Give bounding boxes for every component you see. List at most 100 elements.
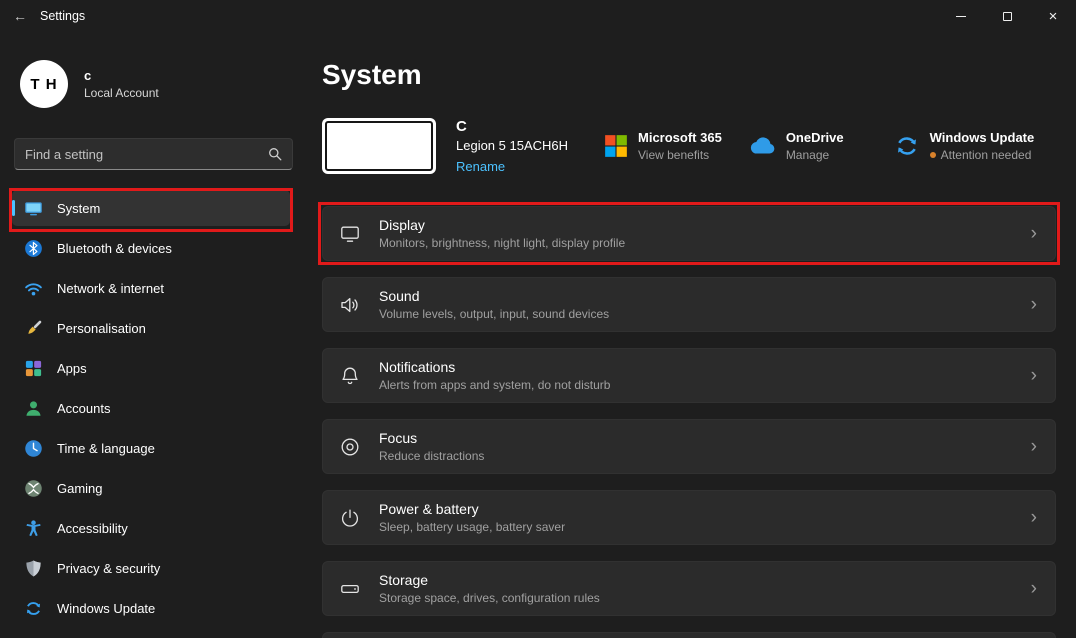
promo-cards: Microsoft 365 View benefits OneDrive Man… [604,130,1034,162]
search-input[interactable] [25,146,268,162]
close-button[interactable]: × [1030,0,1076,32]
promo-card-subtitle-text: Attention needed [940,148,1032,162]
settings-row-title: Focus [379,430,418,446]
sidebar-item-privacy-security[interactable]: Privacy & security [12,550,290,586]
apps-grid-icon [24,359,43,378]
sidebar-item-accessibility[interactable]: Accessibility [12,510,290,546]
sidebar-item-label: Privacy & security [57,560,161,576]
sidebar-item-label: Bluetooth & devices [57,240,172,256]
settings-window: ← Settings × T H c Local Account Find a … [0,0,1076,638]
settings-row-title: Storage [379,572,429,588]
power-icon [339,507,361,529]
sidebar-item-system[interactable]: System [12,190,290,226]
maximize-button[interactable] [984,0,1030,32]
minimize-button[interactable] [938,0,984,32]
search-box[interactable] [14,138,293,170]
microsoft-365-card[interactable]: Microsoft 365 View benefits [604,130,722,162]
storage-drive-icon [339,578,361,600]
sidebar-item-label: Windows Update [57,600,156,616]
settings-row-title: Notifications [379,359,456,375]
sidebar-item-network-internet[interactable]: Network & internet [12,270,290,306]
windows-update-card[interactable]: Windows Update Attention needed [894,130,1035,162]
rename-link[interactable]: Rename [456,159,590,174]
device-thumbnail [322,118,436,174]
sidebar-item-label: Network & internet [57,280,164,296]
onedrive-cloud-icon [748,136,776,156]
sidebar-item-label: Gaming [57,480,103,496]
settings-row-subtitle: Storage space, drives, configuration rul… [379,591,600,605]
sidebar: T H c Local Account Find a setting Syste… [0,32,320,638]
selection-indicator [12,200,15,216]
sidebar-item-label: Accounts [57,400,111,416]
focus-dial-icon [339,436,361,458]
paintbrush-icon [24,319,43,338]
account-type: Local Account [84,86,159,100]
sidebar-item-gaming[interactable]: Gaming [12,470,290,506]
sidebar-item-accounts[interactable]: Accounts [12,390,290,426]
sidebar-item-apps[interactable]: Apps [12,350,290,386]
update-arrows-icon [894,133,920,159]
device-thumbnail-screen [325,121,433,171]
maximize-icon [1002,11,1012,21]
sidebar-item-time-language[interactable]: Time & language [12,430,290,466]
settings-row-storage[interactable]: Storage Storage space, drives, configura… [322,561,1056,616]
chevron-right-icon: › [1030,507,1037,528]
sidebar-item-label: Time & language [57,440,155,456]
titlebar: ← Settings × [0,0,1076,32]
clock-icon [24,439,43,458]
settings-row-display[interactable]: Display Monitors, brightness, night ligh… [322,206,1056,261]
chevron-right-icon: › [1030,436,1037,457]
promo-card-title: Windows Update [929,130,1035,145]
shield-icon [24,559,43,578]
sidebar-item-personalisation[interactable]: Personalisation [12,310,290,346]
device-name: C [456,118,467,135]
device-model: Legion 5 15ACH6H [456,138,569,153]
settings-row-partial[interactable] [322,632,1056,638]
wifi-icon [24,279,43,298]
sidebar-nav: System Bluetooth & devices Network & int… [0,190,320,626]
avatar: T H [20,60,68,108]
speaker-icon [339,294,361,316]
settings-row-sound[interactable]: Sound Volume levels, output, input, soun… [322,277,1056,332]
accessibility-person-icon [24,519,43,538]
promo-card-title: OneDrive [785,130,844,145]
settings-row-subtitle: Monitors, brightness, night light, displ… [379,236,626,250]
main-content: System C Legion 5 15ACH6H Rename Microso… [322,32,1076,638]
display-monitor-icon [339,223,361,245]
back-button[interactable]: ← [0,0,40,32]
settings-row-title: Display [379,217,425,233]
promo-card-subtitle-text: View benefits [638,148,710,162]
minimize-icon [956,15,966,17]
chevron-right-icon: › [1030,294,1037,315]
chevron-right-icon: › [1030,223,1037,244]
window-title: Settings [40,9,86,23]
page-title: System [322,59,422,90]
promo-card-title: Microsoft 365 [638,130,722,145]
settings-row-power-battery[interactable]: Power & battery Sleep, battery usage, ba… [322,490,1056,545]
device-header: C Legion 5 15ACH6H Rename Microsoft 365 … [322,117,1076,175]
sidebar-item-windows-update[interactable]: Windows Update [12,590,290,626]
chevron-right-icon: › [1030,365,1037,386]
sidebar-item-label: System [57,200,101,216]
settings-row-notifications[interactable]: Notifications Alerts from apps and syste… [322,348,1056,403]
search-icon [269,148,282,161]
settings-row-title: Sound [379,288,420,304]
sidebar-item-bluetooth-devices[interactable]: Bluetooth & devices [12,230,290,266]
sidebar-item-label: Apps [57,360,87,376]
promo-card-subtitle: View benefits [638,148,722,162]
sidebar-item-label: Personalisation [57,320,146,336]
settings-row-subtitle: Reduce distractions [379,449,485,463]
settings-row-subtitle: Volume levels, output, input, sound devi… [379,307,610,321]
device-info: C Legion 5 15ACH6H Rename [456,118,590,174]
bluetooth-icon [24,239,43,258]
account-profile[interactable]: T H c Local Account [20,60,320,108]
settings-rows: Display Monitors, brightness, night ligh… [322,206,1056,638]
promo-card-subtitle: Manage [786,148,844,162]
settings-row-subtitle: Alerts from apps and system, do not dist… [379,378,611,392]
settings-row-focus[interactable]: Focus Reduce distractions › [322,419,1056,474]
sidebar-item-label: Accessibility [57,520,128,536]
settings-row-subtitle: Sleep, battery usage, battery saver [379,520,566,534]
settings-row-title: Power & battery [379,501,479,517]
avatar-initials: T H [30,75,58,93]
onedrive-card[interactable]: OneDrive Manage [748,130,844,162]
